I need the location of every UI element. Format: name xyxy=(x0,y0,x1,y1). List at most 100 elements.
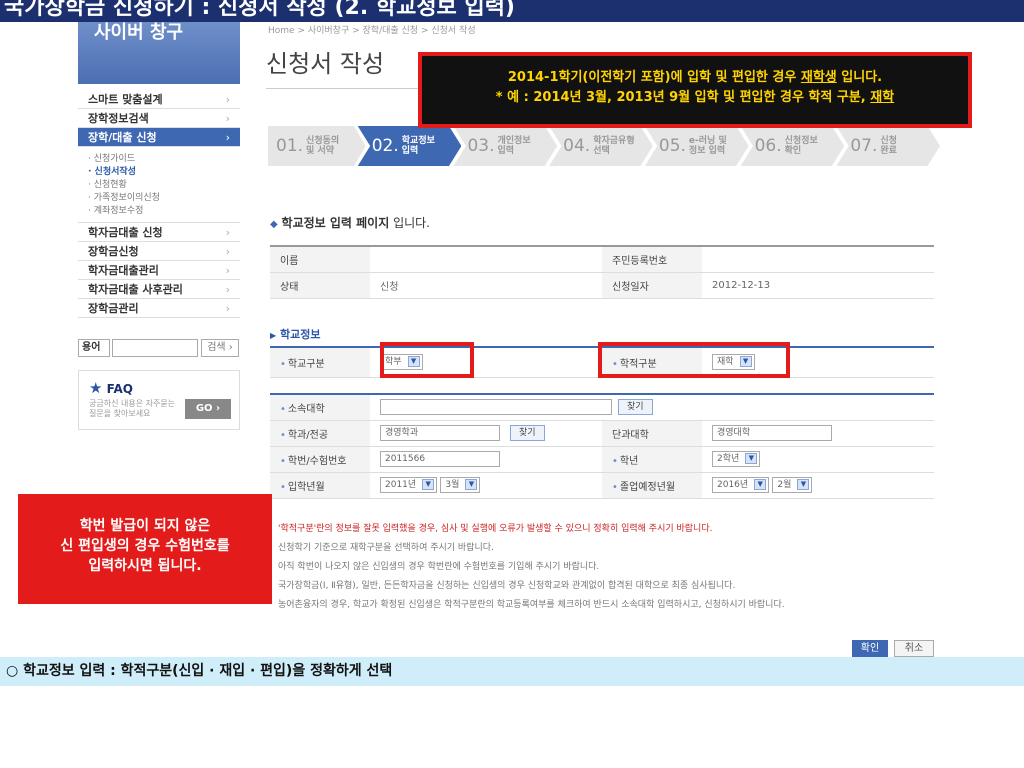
status-value: 신청 xyxy=(370,272,602,299)
chevron-right-icon: › xyxy=(225,131,230,144)
sidebar-item-loan-after[interactable]: 학자금대출 사후관리 › xyxy=(78,280,240,299)
grade-label-cell: • 학년 xyxy=(602,446,702,473)
entry-cell: 2011년 ▼ 3월 ▼ xyxy=(370,472,602,499)
rrn-value xyxy=(702,246,934,273)
diamond-icon: ◆ xyxy=(270,219,278,230)
section-head-school: ▶ 학교정보 xyxy=(270,328,321,341)
school-type-label-cell: • 학교구분 xyxy=(270,347,370,378)
submenu-status[interactable]: · 신청현황 xyxy=(88,179,240,192)
notes: '학적구분'란의 정보를 잘못 입력했을 경우, 심사 및 실행에 오류가 발생… xyxy=(278,520,785,615)
triangle-icon: ▶ xyxy=(270,331,277,340)
dropdown-icon: ▼ xyxy=(422,479,435,490)
sidebar-item-search[interactable]: 장학정보검색 › xyxy=(78,109,240,128)
step-6: 06. 신청정보 확인 xyxy=(740,126,845,166)
name-label: 이름 xyxy=(270,246,370,273)
university-cell: 찾기 xyxy=(370,394,934,421)
sidebar-menu-bottom: 학자금대출 신청 › 장학금신청 › 학자금대출관리 › 학자금대출 사후관리 › 장학… xyxy=(78,223,240,318)
chevron-right-icon: › xyxy=(225,283,230,296)
term-search-button[interactable]: 검색 › xyxy=(201,339,239,357)
bottom-caption: ○ 학교정보 입력 : 학적구분(신입 · 재입 · 편입)을 정확하게 선택 xyxy=(0,657,1024,686)
college-input[interactable]: 경영대학 xyxy=(712,425,832,441)
submenu-account[interactable]: · 계좌정보수정 xyxy=(88,205,240,218)
grade-select[interactable]: 2학년 ▼ xyxy=(712,451,761,467)
step-2: 02. 학교정보 입력 xyxy=(357,126,462,166)
chevron-right-icon: › xyxy=(225,302,230,315)
callout-enrollment-note: 2014-1학기(이전학기 포함)에 입학 및 편입한 경우 재학생 입니다. … xyxy=(418,52,972,128)
chevron-right-icon: › xyxy=(225,264,230,277)
note-item: 국가장학금(Ⅰ, Ⅱ유형), 일반, 든든학자금을 신청하는 신입생의 경우 신… xyxy=(278,581,736,591)
grad-year-select[interactable]: 2016년 ▼ xyxy=(712,477,770,493)
major-label-cell: • 학과/전공 xyxy=(270,420,370,447)
university-input[interactable] xyxy=(380,399,612,416)
callout-exam-number: 학번 발급이 되지 않은 신 편입생의 경우 수험번호를 입력하시면 됩니다. xyxy=(18,494,272,604)
college-label: 단과대학 xyxy=(602,420,702,447)
sidebar-item-smart[interactable]: 스마트 맞춤설계 › xyxy=(78,90,240,109)
note-warning: '학적구분'란의 정보를 잘못 입력했을 경우, 심사 및 실행에 오류가 발생… xyxy=(278,524,713,534)
faq-go-button[interactable]: GO › xyxy=(185,399,231,419)
bullet-icon: • xyxy=(280,481,286,493)
status-label: 상태 xyxy=(270,272,370,299)
term-label: 용어 xyxy=(78,339,110,357)
bullet-icon: • xyxy=(280,429,286,441)
basic-info-table: 이름 주민등록번호 상태 신청 신청일자 2012-12-13 xyxy=(270,245,934,299)
faq-title: FAQ xyxy=(106,382,133,396)
term-search-input[interactable] xyxy=(112,339,198,357)
sidebar-menu-top: 스마트 맞춤설계 › 장학정보검색 › 장학/대출 신청 › xyxy=(78,90,240,147)
step-5: 05. e-러닝 및 정보 입력 xyxy=(644,126,749,166)
sidebar-item-scholarship-manage[interactable]: 장학금관리 › xyxy=(78,299,240,318)
entry-label-cell: • 입학년월 xyxy=(270,472,370,499)
step-1: 01. 신청동의 및 서약 xyxy=(268,126,366,166)
bullet-icon: • xyxy=(612,455,618,467)
grad-label-cell: • 졸업예정년월 xyxy=(602,472,702,499)
step-3: 03. 개인정보 입력 xyxy=(453,126,558,166)
grad-cell: 2016년 ▼ 2월 ▼ xyxy=(702,472,934,499)
chevron-right-icon: › xyxy=(225,112,230,125)
major-find-button[interactable]: 찾기 xyxy=(510,425,545,441)
grade-cell: 2학년 ▼ xyxy=(702,446,934,473)
bullet-icon: • xyxy=(280,358,286,370)
major-cell: 경영학과 찾기 xyxy=(370,420,602,447)
info-heading: ◆ 학교정보 입력 페이지 입니다. xyxy=(270,216,430,230)
note-item: 신청학기 기준으로 재학구분을 선택하여 주시기 바랍니다. xyxy=(278,543,494,553)
cancel-button[interactable]: 취소 xyxy=(894,640,934,657)
college-cell: 경영대학 xyxy=(702,420,934,447)
entry-year-select[interactable]: 2011년 ▼ xyxy=(380,477,438,493)
breadcrumb: Home > 사이버창구 > 장학/대출 신청 > 신청서 작성 xyxy=(268,26,476,36)
entry-month-select[interactable]: 3월 ▼ xyxy=(440,477,481,493)
student-id-label-cell: • 학번/수험번호 xyxy=(270,446,370,473)
note-item: 농어촌융자의 경우, 학교가 확정된 신입생은 학적구분란의 학교등록여부를 체… xyxy=(278,600,785,610)
student-id-input[interactable]: 2011566 xyxy=(380,451,500,467)
bullet-icon: • xyxy=(280,455,286,467)
sidebar: 사이버 창구 스마트 맞춤설계 › 장학정보검색 › 장학/대출 신청 › · 신청가… xyxy=(78,22,240,430)
major-input[interactable]: 경영학과 xyxy=(380,425,500,441)
bullet-icon: • xyxy=(612,481,618,493)
university-find-button[interactable]: 찾기 xyxy=(618,399,653,416)
bullet-icon: • xyxy=(280,403,286,415)
faq-box: ★ FAQ 궁금하신 내용은 자주묻는 질문을 찾아보세요 GO › xyxy=(78,370,240,430)
submenu-write[interactable]: · 신청서작성 xyxy=(88,166,240,179)
submenu-guide[interactable]: · 신청가이드 xyxy=(88,153,240,166)
sidebar-item-scholarship[interactable]: 장학금신청 › xyxy=(78,242,240,261)
dropdown-icon: ▼ xyxy=(745,453,758,464)
confirm-button[interactable]: 확인 xyxy=(852,640,888,657)
sidebar-submenu: · 신청가이드 · 신청서작성 · 신청현황 · 가족정보이의신청 · 계좌정보… xyxy=(78,147,240,223)
grad-month-select[interactable]: 2월 ▼ xyxy=(772,477,813,493)
sidebar-item-loan[interactable]: 학자금대출 신청 › xyxy=(78,223,240,242)
date-label: 신청일자 xyxy=(602,272,702,299)
step-progress: 01. 신청동의 및 서약 02. 학교정보 입력 03. 개인정보 입력 04. 학자… xyxy=(268,126,941,166)
date-value: 2012-12-13 xyxy=(702,272,934,299)
dropdown-icon: ▼ xyxy=(465,479,478,490)
note-item: 아직 학번이 나오지 않은 신입생의 경우 학번란에 수험번호를 기입해 주시기… xyxy=(278,562,600,572)
name-value xyxy=(370,246,602,273)
submenu-family[interactable]: · 가족정보이의신청 xyxy=(88,192,240,205)
chevron-right-icon: › xyxy=(225,245,230,258)
sidebar-item-loan-manage[interactable]: 학자금대출관리 › xyxy=(78,261,240,280)
slide-title: 국가장학금 신청하기 : 신청서 작성 (2. 학교정보 입력) xyxy=(0,0,1024,22)
sidebar-item-apply[interactable]: 장학/대출 신청 › xyxy=(78,128,240,147)
star-icon: ★ xyxy=(89,379,103,397)
university-label-cell: • 소속대학 xyxy=(270,394,370,421)
school-info-table: • 소속대학 찾기 • 학과/전공 경영학과 찾기 단과대학 경영대학 • 학번/수험번… xyxy=(270,393,934,499)
highlight-enroll-type xyxy=(598,342,790,378)
rrn-label: 주민등록번호 xyxy=(602,246,702,273)
chevron-right-icon: › xyxy=(225,226,230,239)
